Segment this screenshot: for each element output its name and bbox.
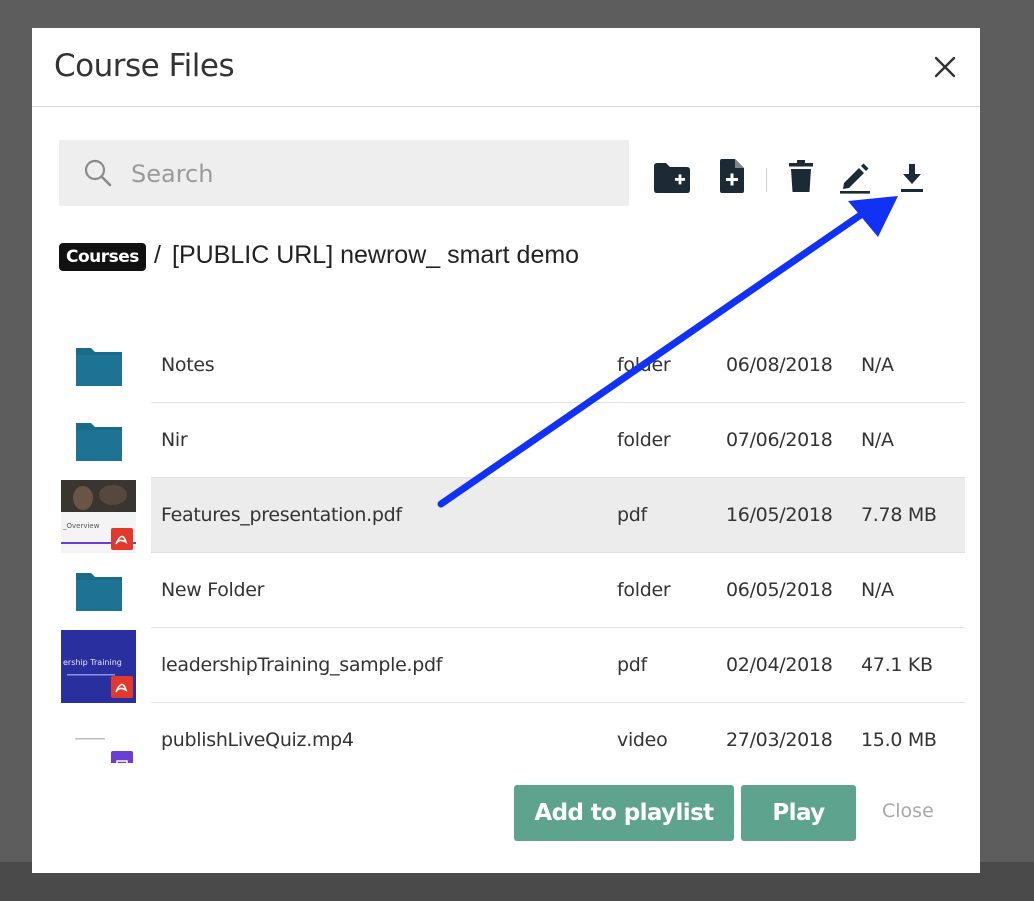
dialog-title: Course Files [54, 48, 235, 84]
file-size: 7.78 MB [861, 504, 937, 526]
dialog-header: Course Files [32, 28, 980, 107]
breadcrumb-current: [PUBLIC URL] newrow_ smart demo [172, 241, 580, 269]
delete-button[interactable] [788, 159, 814, 193]
file-type: pdf [617, 654, 647, 676]
file-name: Nir [161, 429, 188, 451]
row-background [151, 403, 965, 477]
file-type: folder [617, 429, 671, 451]
file-date: 16/05/2018 [726, 504, 833, 526]
file-name: Notes [161, 354, 215, 376]
close-icon[interactable] [930, 52, 960, 82]
folder-icon [61, 405, 136, 478]
thumbnail-caption: _Overview [63, 522, 100, 530]
play-button[interactable]: Play [741, 785, 856, 841]
file-size: N/A [861, 429, 894, 451]
download-button[interactable] [898, 160, 926, 194]
new-file-button[interactable] [718, 158, 746, 194]
file-row[interactable]: New Folder folder 06/05/2018 N/A [59, 553, 967, 628]
edit-button[interactable] [838, 159, 872, 195]
download-icon [901, 164, 923, 192]
course-files-dialog: Course Files Search Courses / [PUBLIC UR… [32, 28, 980, 873]
pdf-thumbnail: ership Training [61, 630, 136, 703]
file-size: 47.1 KB [861, 654, 933, 676]
file-date: 06/08/2018 [726, 354, 833, 376]
add-to-playlist-button[interactable]: Add to playlist [514, 785, 734, 841]
file-name: Features_presentation.pdf [161, 504, 402, 526]
pdf-icon [111, 528, 133, 550]
file-size: N/A [861, 354, 894, 376]
edit-icon [840, 163, 870, 194]
file-size: N/A [861, 579, 894, 601]
file-date: 27/03/2018 [726, 729, 833, 751]
file-row[interactable]: ership Training leadershipTraining_sampl… [59, 628, 967, 703]
toolbar-divider [766, 168, 767, 192]
file-name: New Folder [161, 579, 265, 601]
pdf-thumbnail: _Overview [61, 480, 136, 553]
file-name: publishLiveQuiz.mp4 [161, 729, 354, 751]
folder-icon [61, 555, 136, 628]
file-size: 15.0 MB [861, 729, 937, 751]
breadcrumb-root[interactable]: Courses [59, 243, 146, 271]
file-type: folder [617, 354, 671, 376]
file-row-selected[interactable]: _Overview Features_presentation.pdf pdf … [59, 478, 967, 553]
file-type: video [617, 729, 668, 751]
file-date: 07/06/2018 [726, 429, 833, 451]
pdf-icon [111, 676, 133, 698]
trash-icon [789, 160, 813, 192]
new-folder-button[interactable] [653, 160, 691, 194]
file-row[interactable]: publishLiveQuiz.mp4 video 27/03/2018 15.… [59, 703, 967, 763]
close-button[interactable]: Close [882, 800, 934, 822]
row-background [151, 328, 965, 402]
breadcrumb-separator: / [154, 241, 161, 269]
file-type: pdf [617, 504, 647, 526]
file-date: 02/04/2018 [726, 654, 833, 676]
row-background [151, 553, 965, 627]
new-folder-icon [654, 163, 690, 193]
folder-icon [61, 330, 136, 403]
file-row[interactable]: Notes folder 06/08/2018 N/A [59, 328, 967, 403]
file-type: folder [617, 579, 671, 601]
search-input[interactable] [129, 140, 613, 208]
new-file-icon [720, 159, 744, 193]
search-box [59, 140, 629, 208]
file-name: leadershipTraining_sample.pdf [161, 654, 443, 676]
file-row[interactable]: Nir folder 07/06/2018 N/A [59, 403, 967, 478]
search-icon [83, 158, 113, 188]
file-list: Notes folder 06/08/2018 N/A Nir folder 0… [59, 328, 967, 763]
video-thumbnail [61, 705, 136, 763]
file-date: 06/05/2018 [726, 579, 833, 601]
thumbnail-caption: ership Training [63, 658, 122, 667]
